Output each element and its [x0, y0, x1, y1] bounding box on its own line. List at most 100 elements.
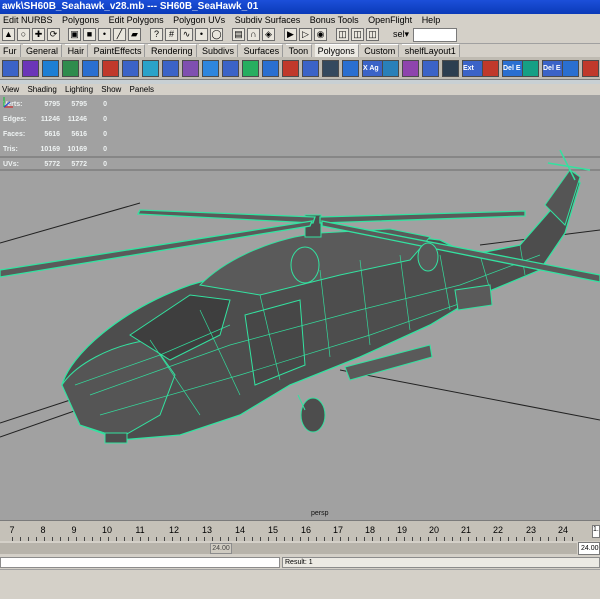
shelf-tab-general[interactable]: General — [23, 44, 63, 57]
hud-row-verts: Verts: 5795 5795 0 — [3, 101, 107, 108]
snap-grid-icon[interactable]: # — [165, 28, 178, 41]
snap-point-icon[interactable]: • — [195, 28, 208, 41]
menu-openflight[interactable]: OpenFlight — [365, 14, 416, 26]
shelf-tool-icon[interactable] — [342, 60, 359, 77]
magnet-icon[interactable]: ∩ — [247, 28, 260, 41]
edge-mode-icon[interactable]: ╱ — [113, 28, 126, 41]
time-tick: 19 — [396, 525, 408, 535]
shelf-tool-icon[interactable] — [402, 60, 419, 77]
shelf-tool-icon[interactable] — [82, 60, 99, 77]
shelf-tool-icon[interactable] — [282, 60, 299, 77]
ipr-render-icon[interactable]: ▷ — [299, 28, 312, 41]
construction-icon[interactable]: ◈ — [262, 28, 275, 41]
render-settings-icon[interactable]: ◫ — [366, 28, 379, 41]
shelf-tool-icon[interactable] — [2, 60, 19, 77]
menu-subdiv-surfaces[interactable]: Subdiv Surfaces — [232, 14, 305, 26]
shelf-tab-custom[interactable]: Custom — [361, 44, 400, 57]
shelf-tool-icon[interactable]: Del E — [502, 60, 523, 77]
shelf-tab-toon[interactable]: Toon — [285, 44, 313, 57]
menu-edit-nurbs[interactable]: Edit NURBS — [0, 14, 57, 26]
shelf-tool-icon[interactable] — [222, 60, 239, 77]
menu-polygon-uvs[interactable]: Polygon UVs — [170, 14, 229, 26]
menu-bonus-tools[interactable]: Bonus Tools — [307, 14, 363, 26]
shelf-tab-polygons[interactable]: Polygons — [314, 44, 359, 57]
shelf-tool-icon[interactable] — [582, 60, 599, 77]
select-mode-icon[interactable]: ▲ — [2, 28, 15, 41]
time-tick: 8 — [40, 525, 46, 535]
shelf-tool-icon[interactable] — [202, 60, 219, 77]
time-slider[interactable]: 7 8 9 10 11 12 13 14 15 16 17 18 19 20 2… — [0, 520, 600, 541]
scale-icon[interactable]: ▣ — [68, 28, 81, 41]
helicopter-model[interactable] — [0, 149, 600, 444]
time-tick: 14 — [234, 525, 246, 535]
shelf-tool-icon[interactable]: X Ag — [362, 60, 383, 77]
panel-menu-shading[interactable]: Shading — [25, 84, 60, 95]
shelf-tab-painteffects[interactable]: PaintEffects — [90, 44, 146, 57]
shelf-tool-icon[interactable] — [22, 60, 39, 77]
rotate-icon[interactable]: ⟳ — [47, 28, 60, 41]
shelf-tool-icon[interactable] — [442, 60, 459, 77]
shelf-tool-icon[interactable] — [42, 60, 59, 77]
shelf-tab-fur[interactable]: Fur — [0, 44, 21, 57]
shelf-tool-icon[interactable] — [162, 60, 179, 77]
face-mode-icon[interactable]: ▰ — [128, 28, 141, 41]
shelf-tool-icon[interactable] — [562, 60, 579, 77]
shelf-tab-shelflayout1[interactable]: shelfLayout1 — [401, 44, 460, 57]
shelf-tab-surfaces[interactable]: Surfaces — [240, 44, 284, 57]
render-icon[interactable]: ▶ — [284, 28, 297, 41]
time-tick: 22 — [492, 525, 504, 535]
menu-polygons[interactable]: Polygons — [59, 14, 103, 26]
shelf-tool-icon[interactable] — [482, 60, 499, 77]
hud-row-edges: Edges: 11246 11246 0 — [3, 116, 107, 123]
panel-menu-view[interactable]: View — [0, 84, 23, 95]
range-slider-handle[interactable]: 24.00 — [210, 543, 232, 554]
shelf-tool-icon[interactable] — [182, 60, 199, 77]
current-frame-field[interactable]: 1.0 — [592, 525, 600, 538]
menu-edit-polygons[interactable]: Edit Polygons — [106, 14, 168, 26]
render-globals-icon[interactable]: ◉ — [314, 28, 327, 41]
selection-input[interactable] — [413, 28, 457, 42]
clapper-icon[interactable]: ◫ — [336, 28, 349, 41]
range-slider[interactable]: 24.00 24.00 — [0, 541, 600, 556]
shelf-tool-icon[interactable] — [422, 60, 439, 77]
clapper-batch-icon[interactable]: ◫ — [351, 28, 364, 41]
perspective-viewport[interactable]: Verts: 5795 5795 0 Edges: 11246 11246 0 Faces:… — [0, 95, 600, 520]
shelf-tool-icon[interactable] — [102, 60, 119, 77]
range-end-field[interactable]: 24.00 — [578, 542, 600, 555]
shelf-tool-icon[interactable] — [262, 60, 279, 77]
snap-view-icon[interactable]: ◯ — [210, 28, 223, 41]
time-tick: 12 — [168, 525, 180, 535]
shelf-tool-icon[interactable] — [302, 60, 319, 77]
move-icon[interactable]: ✚ — [32, 28, 45, 41]
shelf-tool-icon[interactable] — [62, 60, 79, 77]
shelf-tool-icon[interactable] — [322, 60, 339, 77]
panel-menu-lighting[interactable]: Lighting — [63, 84, 97, 95]
lasso-icon[interactable]: ○ — [17, 28, 30, 41]
panel-menu-show[interactable]: Show — [99, 84, 125, 95]
shelf-tab-rendering[interactable]: Rendering — [147, 44, 197, 57]
shelf-tool-icon[interactable]: Ext — [462, 60, 483, 77]
history-icon[interactable]: ▤ — [232, 28, 245, 41]
shelf-tool-icon[interactable] — [242, 60, 259, 77]
command-input[interactable] — [0, 557, 280, 568]
question-icon[interactable]: ? — [150, 28, 163, 41]
shelf-tool-icon[interactable] — [142, 60, 159, 77]
shelf-tab-subdivs[interactable]: Subdivs — [199, 44, 239, 57]
time-tick: 23 — [525, 525, 537, 535]
hud-row-tris: Tris: 10169 10169 0 — [3, 146, 107, 153]
shelf-tool-icon[interactable]: Del E — [542, 60, 563, 77]
snap-curve-icon[interactable]: ∿ — [180, 28, 193, 41]
shelf-tool-icon[interactable] — [122, 60, 139, 77]
panel-menu-panels[interactable]: Panels — [128, 84, 158, 95]
shelf-bar: X Ag Ext Del E Del E — [0, 57, 600, 80]
shelf-tool-icon[interactable] — [522, 60, 539, 77]
shelf-tab-hair[interactable]: Hair — [64, 44, 89, 57]
selection-field-label: sel▾ — [393, 29, 410, 39]
vertex-mode-icon[interactable]: • — [98, 28, 111, 41]
range-slider-bar[interactable]: 24.00 — [0, 543, 577, 554]
menu-help[interactable]: Help — [419, 14, 445, 26]
window-title: awk\SH60B_Seahawk_v28.mb --- SH60B_SeaHa… — [2, 1, 259, 12]
object-mode-icon[interactable]: ■ — [83, 28, 96, 41]
hud-row-faces: Faces: 5616 5616 0 — [3, 131, 107, 138]
shelf-tool-icon[interactable] — [382, 60, 399, 77]
